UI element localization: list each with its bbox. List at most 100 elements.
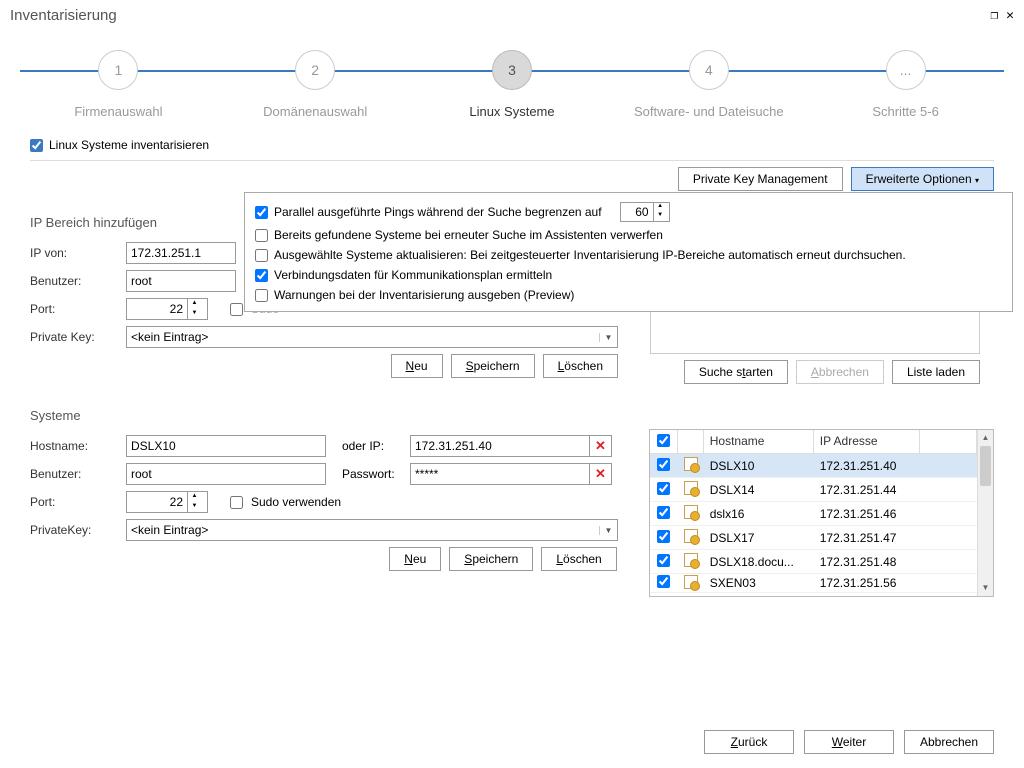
ip-port-input[interactable]: ▲▼ bbox=[126, 298, 208, 320]
inventory-linux-checkbox[interactable] bbox=[30, 139, 43, 152]
spin-down-icon[interactable]: ▼ bbox=[188, 502, 201, 512]
step-3[interactable]: 3 Linux Systeme bbox=[422, 50, 602, 119]
table-scrollbar[interactable]: ▲ ▼ bbox=[977, 430, 993, 596]
sys-pk-select[interactable]: <kein Eintrag> ▼ bbox=[126, 519, 618, 541]
sys-save-button[interactable]: Speichern bbox=[449, 547, 533, 571]
scroll-up-icon[interactable]: ▲ bbox=[978, 430, 993, 446]
step-4[interactable]: 4 Software- und Dateisuche bbox=[619, 50, 799, 119]
next-button[interactable]: Weiter bbox=[804, 730, 894, 754]
wizard-steps: 1 Firmenauswahl 2 Domänenauswahl 3 Linux… bbox=[20, 40, 1004, 120]
system-icon bbox=[684, 481, 698, 495]
ip-user-label: Benutzer: bbox=[30, 274, 118, 288]
sys-user-input[interactable] bbox=[126, 463, 326, 485]
spin-up-icon[interactable]: ▲ bbox=[653, 203, 667, 212]
extended-options-button[interactable]: Erweiterte Optionen ▾ bbox=[851, 167, 994, 191]
clear-password-button[interactable]: ✕ bbox=[590, 463, 612, 485]
opt-comm-plan-label: Verbindungsdaten für Kommunikationsplan … bbox=[274, 268, 552, 282]
opt-warnings-checkbox[interactable] bbox=[255, 289, 268, 302]
ip-delete-button[interactable]: Löschen bbox=[543, 354, 618, 378]
step-more[interactable]: ... Schritte 5-6 bbox=[816, 50, 996, 119]
opt-parallel-pings-label: Parallel ausgeführte Pings während der S… bbox=[274, 205, 602, 219]
col-hostname[interactable]: Hostname bbox=[704, 430, 814, 453]
opt-warnings-label: Warnungen bei der Inventarisierung ausge… bbox=[274, 288, 574, 302]
step-1[interactable]: 1 Firmenauswahl bbox=[28, 50, 208, 119]
spin-up-icon[interactable]: ▲ bbox=[188, 299, 201, 309]
row-checkbox[interactable] bbox=[657, 575, 670, 588]
spin-down-icon[interactable]: ▼ bbox=[188, 309, 201, 319]
chevron-down-icon: ▾ bbox=[975, 176, 979, 185]
hostname-label: Hostname: bbox=[30, 439, 118, 453]
clear-ip-button[interactable]: ✕ bbox=[590, 435, 612, 457]
scroll-down-icon[interactable]: ▼ bbox=[978, 580, 993, 596]
maximize-icon[interactable]: ❐ bbox=[990, 8, 998, 23]
table-row[interactable]: DSLX18.docu... 172.31.251.48 bbox=[650, 550, 977, 574]
row-checkbox[interactable] bbox=[657, 554, 670, 567]
close-icon[interactable]: ✕ bbox=[1006, 8, 1014, 23]
row-checkbox[interactable] bbox=[657, 458, 670, 471]
opt-comm-plan-checkbox[interactable] bbox=[255, 269, 268, 282]
inventory-linux-label: Linux Systeme inventarisieren bbox=[49, 138, 209, 152]
opt-parallel-pings-value[interactable]: ▲▼ bbox=[620, 202, 670, 222]
password-input-group: ✕ bbox=[410, 463, 612, 485]
sys-sudo-label: Sudo verwenden bbox=[251, 495, 341, 509]
step-2[interactable]: 2 Domänenauswahl bbox=[225, 50, 405, 119]
system-icon bbox=[684, 457, 698, 471]
table-row[interactable]: DSLX14 172.31.251.44 bbox=[650, 478, 977, 502]
col-ip[interactable]: IP Adresse bbox=[814, 430, 920, 453]
opt-parallel-pings-checkbox[interactable] bbox=[255, 206, 268, 219]
spin-up-icon[interactable]: ▲ bbox=[188, 492, 201, 502]
search-cancel-button: Abbrechen bbox=[796, 360, 884, 384]
ip-pk-label: Private Key: bbox=[30, 330, 118, 344]
sys-pk-label: PrivateKey: bbox=[30, 523, 118, 537]
password-label: Passwort: bbox=[342, 467, 402, 481]
window-title: Inventarisierung bbox=[10, 7, 117, 24]
ip-save-button[interactable]: Speichern bbox=[451, 354, 535, 378]
sys-delete-button[interactable]: Löschen bbox=[541, 547, 616, 571]
select-all-checkbox[interactable] bbox=[657, 434, 670, 447]
opt-discard-found-label: Bereits gefundene Systeme bei erneuter S… bbox=[274, 228, 663, 242]
cancel-button[interactable]: Abbrechen bbox=[904, 730, 994, 754]
sys-port-input[interactable]: ▲▼ bbox=[126, 491, 208, 513]
system-icon bbox=[684, 529, 698, 543]
table-row[interactable]: dslx16 172.31.251.46 bbox=[650, 502, 977, 526]
row-checkbox[interactable] bbox=[657, 530, 670, 543]
ip-user-input[interactable] bbox=[126, 270, 236, 292]
table-row[interactable]: DSLX10 172.31.251.40 bbox=[650, 454, 977, 478]
titlebar: Inventarisierung ❐ ✕ bbox=[0, 0, 1024, 30]
ip-sudo-checkbox[interactable] bbox=[230, 303, 243, 316]
sys-sudo-checkbox[interactable] bbox=[230, 496, 243, 509]
extended-options-panel: Parallel ausgeführte Pings während der S… bbox=[244, 192, 1013, 312]
sys-new-button[interactable]: Neu bbox=[389, 547, 441, 571]
hostname-input[interactable] bbox=[126, 435, 326, 457]
ip-from-label: IP von: bbox=[30, 246, 118, 260]
table-row[interactable]: DSLX17 172.31.251.47 bbox=[650, 526, 977, 550]
chevron-down-icon[interactable]: ▼ bbox=[599, 526, 617, 535]
or-ip-label: oder IP: bbox=[342, 439, 402, 453]
sys-user-label: Benutzer: bbox=[30, 467, 118, 481]
or-ip-input-group: ✕ bbox=[410, 435, 612, 457]
ip-new-button[interactable]: Neu bbox=[391, 354, 443, 378]
search-start-button[interactable]: Suche starten bbox=[684, 360, 788, 384]
systems-table: Hostname IP Adresse DSLX10 172.31.251.40… bbox=[649, 429, 994, 597]
chevron-down-icon[interactable]: ▼ bbox=[599, 333, 617, 342]
private-key-mgmt-button[interactable]: Private Key Management bbox=[678, 167, 843, 191]
ip-from-input[interactable] bbox=[126, 242, 236, 264]
opt-discard-found-checkbox[interactable] bbox=[255, 229, 268, 242]
ip-pk-select[interactable]: <kein Eintrag> ▼ bbox=[126, 326, 618, 348]
row-checkbox[interactable] bbox=[657, 506, 670, 519]
table-row[interactable]: SXEN03 172.31.251.56 bbox=[650, 574, 977, 593]
or-ip-input[interactable] bbox=[410, 435, 590, 457]
row-checkbox[interactable] bbox=[657, 482, 670, 495]
opt-update-selected-checkbox[interactable] bbox=[255, 249, 268, 262]
ip-port-label: Port: bbox=[30, 302, 118, 316]
sys-port-label: Port: bbox=[30, 495, 118, 509]
system-icon bbox=[684, 505, 698, 519]
system-icon bbox=[684, 553, 698, 567]
scroll-thumb[interactable] bbox=[980, 446, 991, 486]
password-input[interactable] bbox=[410, 463, 590, 485]
back-button[interactable]: Zurück bbox=[704, 730, 794, 754]
spin-down-icon[interactable]: ▼ bbox=[653, 212, 667, 221]
opt-update-selected-label: Ausgewählte Systeme aktualisieren: Bei z… bbox=[274, 248, 906, 262]
load-list-button[interactable]: Liste laden bbox=[892, 360, 980, 384]
system-icon bbox=[684, 575, 698, 589]
